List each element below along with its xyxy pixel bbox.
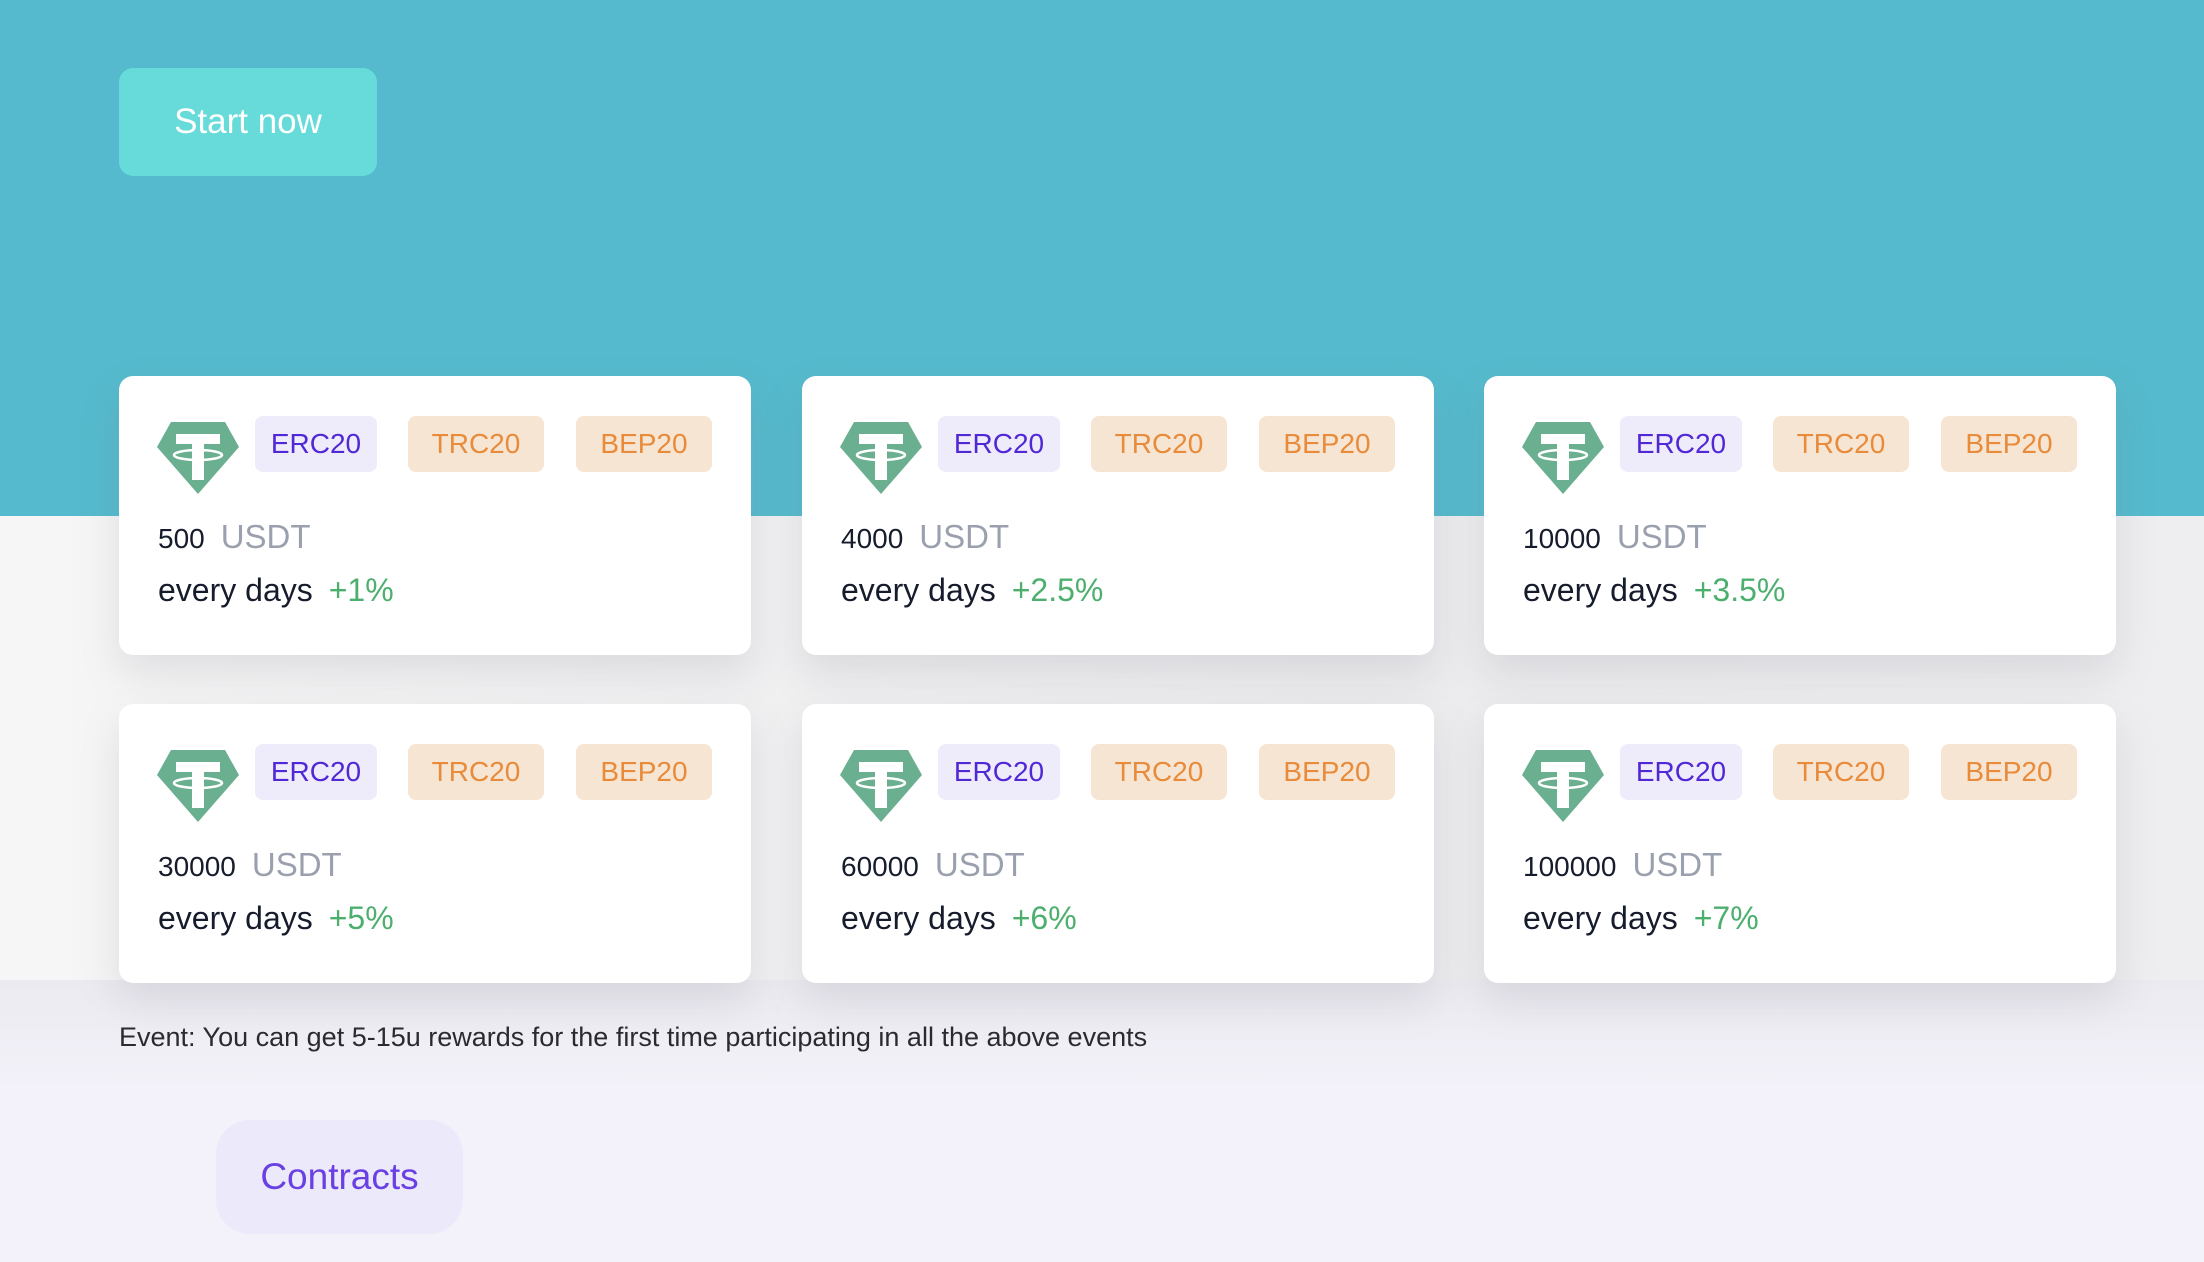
plan-amount: 100000 USDT xyxy=(1523,846,1722,884)
plan-amount: 10000 USDT xyxy=(1523,518,1707,556)
erc20-tag: ERC20 xyxy=(938,744,1060,800)
amount-unit: USDT xyxy=(220,518,311,555)
amount-unit: USDT xyxy=(251,846,342,883)
trc20-tag: TRC20 xyxy=(1773,416,1909,472)
plan-rate: every days +6% xyxy=(841,900,1077,937)
trc20-tag: TRC20 xyxy=(1091,744,1227,800)
bep20-tag: BEP20 xyxy=(1259,744,1395,800)
rate-period: every days xyxy=(841,900,996,936)
start-now-button[interactable]: Start now xyxy=(119,68,377,176)
tether-icon xyxy=(840,422,922,494)
rate-percent: +3.5% xyxy=(1693,572,1786,608)
erc20-tag: ERC20 xyxy=(255,416,377,472)
amount-value: 10000 xyxy=(1523,523,1601,554)
plan-card[interactable]: ERC20 TRC20 BEP20 30000 USDT every days … xyxy=(119,704,751,983)
tether-icon xyxy=(157,422,239,494)
plan-rate: every days +3.5% xyxy=(1523,572,1785,609)
tether-icon xyxy=(1522,750,1604,822)
plan-rate: every days +5% xyxy=(158,900,394,937)
plan-amount: 30000 USDT xyxy=(158,846,342,884)
bep20-tag: BEP20 xyxy=(1941,416,2077,472)
amount-value: 4000 xyxy=(841,523,904,554)
amount-value: 30000 xyxy=(158,851,236,882)
amount-unit: USDT xyxy=(1632,846,1723,883)
erc20-tag: ERC20 xyxy=(1620,744,1742,800)
trc20-tag: TRC20 xyxy=(1091,416,1227,472)
rate-percent: +5% xyxy=(328,900,394,936)
trc20-tag: TRC20 xyxy=(408,744,544,800)
bep20-tag: BEP20 xyxy=(576,416,712,472)
rate-period: every days xyxy=(1523,572,1678,608)
plan-card[interactable]: ERC20 TRC20 BEP20 10000 USDT every days … xyxy=(1484,376,2116,655)
plan-rate: every days +7% xyxy=(1523,900,1759,937)
event-notice: Event: You can get 5-15u rewards for the… xyxy=(119,1022,1148,1052)
erc20-tag: ERC20 xyxy=(255,744,377,800)
amount-unit: USDT xyxy=(934,846,1025,883)
plan-card[interactable]: ERC20 TRC20 BEP20 60000 USDT every days … xyxy=(802,704,1434,983)
rate-percent: +2.5% xyxy=(1011,572,1104,608)
plan-amount: 4000 USDT xyxy=(841,518,1009,556)
rate-period: every days xyxy=(1523,900,1678,936)
plan-card[interactable]: ERC20 TRC20 BEP20 4000 USDT every days +… xyxy=(802,376,1434,655)
bep20-tag: BEP20 xyxy=(1259,416,1395,472)
tether-icon xyxy=(157,750,239,822)
bep20-tag: BEP20 xyxy=(576,744,712,800)
amount-value: 60000 xyxy=(841,851,919,882)
rate-percent: +6% xyxy=(1011,900,1077,936)
trc20-tag: TRC20 xyxy=(408,416,544,472)
amount-value: 500 xyxy=(158,523,205,554)
amount-unit: USDT xyxy=(1616,518,1707,555)
plan-card[interactable]: ERC20 TRC20 BEP20 100000 USDT every days… xyxy=(1484,704,2116,983)
plan-rate: every days +2.5% xyxy=(841,572,1103,609)
trc20-tag: TRC20 xyxy=(1773,744,1909,800)
amount-unit: USDT xyxy=(919,518,1010,555)
rate-period: every days xyxy=(158,900,313,936)
plan-rate: every days +1% xyxy=(158,572,394,609)
bep20-tag: BEP20 xyxy=(1941,744,2077,800)
erc20-tag: ERC20 xyxy=(938,416,1060,472)
rate-period: every days xyxy=(158,572,313,608)
plan-amount: 60000 USDT xyxy=(841,846,1025,884)
rate-percent: +7% xyxy=(1693,900,1759,936)
rate-percent: +1% xyxy=(328,572,394,608)
plan-amount: 500 USDT xyxy=(158,518,311,556)
tether-icon xyxy=(840,750,922,822)
amount-value: 100000 xyxy=(1523,851,1617,882)
erc20-tag: ERC20 xyxy=(1620,416,1742,472)
plan-card[interactable]: ERC20 TRC20 BEP20 500 USDT every days +1… xyxy=(119,376,751,655)
tether-icon xyxy=(1522,422,1604,494)
contracts-button[interactable]: Contracts xyxy=(216,1120,463,1234)
rate-period: every days xyxy=(841,572,996,608)
